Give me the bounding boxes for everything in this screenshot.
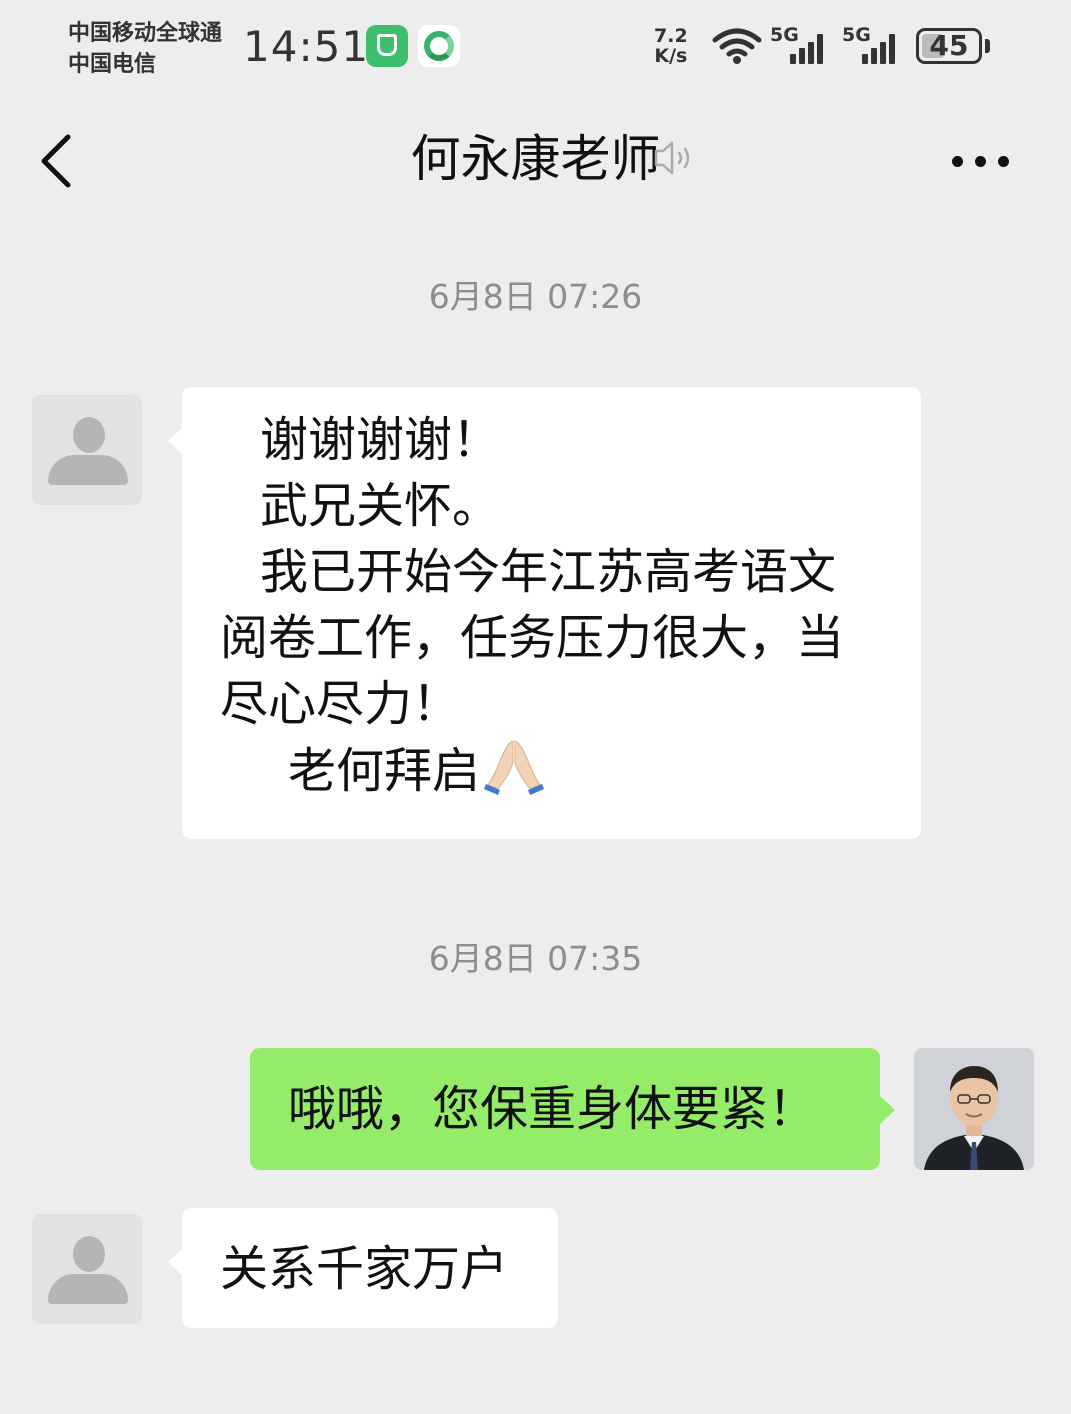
message-line: 老何拜启 — [288, 743, 481, 799]
message-timestamp: 6月8日 07:26 — [428, 277, 643, 316]
message-line: 谢谢谢谢！ — [260, 412, 501, 468]
signal-sim1-icon: 5G — [770, 24, 832, 68]
portrait-photo — [914, 1048, 1034, 1170]
mi-home-icon — [366, 25, 408, 67]
carrier-info: 中国移动全球通 中国电信 — [68, 18, 222, 80]
message-line: 武兄关怀。 — [260, 478, 501, 534]
message-line: 尽心尽力！ — [220, 676, 461, 732]
battery-icon: 45 — [916, 28, 982, 64]
folded-hands-emoji — [484, 740, 545, 795]
status-time: 14:51 — [243, 22, 370, 71]
incoming-message-bubble[interactable]: 关系千家万户 — [168, 1208, 558, 1328]
incoming-message-bubble[interactable]: 谢谢谢谢！ 武兄关怀。 我已开始今年江苏高考语文 阅卷工作，任务压力很大，当 尽… — [168, 387, 921, 839]
network-speed: 7.2 K/s — [654, 26, 688, 66]
self-avatar[interactable] — [914, 1048, 1034, 1170]
message-text: 哦哦，您保重身体要紧！ — [288, 1081, 817, 1137]
battery-level: 45 — [929, 29, 969, 62]
ellipsis-icon — [952, 155, 963, 167]
outgoing-message-bubble[interactable]: 哦哦，您保重身体要紧！ — [250, 1048, 895, 1170]
signal-sim2-icon: 5G — [842, 24, 904, 68]
more-options-button[interactable] — [952, 151, 1018, 171]
contact-avatar[interactable] — [32, 1214, 142, 1324]
muted-speaker-icon — [654, 141, 690, 175]
carrier-2: 中国电信 — [68, 52, 157, 77]
contact-avatar[interactable] — [32, 395, 142, 505]
message-text: 关系千家万户 — [220, 1241, 509, 1297]
status-bar: 中国移动全球通 中国电信 14:51 7.2 K/s 5G 5G 45 — [0, 0, 1071, 95]
battery-tip — [985, 39, 990, 53]
chat-header: 何永康老师 — [0, 95, 1071, 230]
carrier-1: 中国移动全球通 — [68, 21, 223, 46]
network-speed-value: 7.2 — [654, 25, 688, 47]
message-signature: 老何拜启 — [220, 737, 889, 804]
wifi-icon — [712, 28, 762, 64]
network-speed-unit: K/s — [654, 45, 688, 67]
message-line: 我已开始今年江苏高考语文 — [260, 544, 837, 600]
green-swirl-app-icon — [418, 25, 460, 67]
chat-screen: 中国移动全球通 中国电信 14:51 7.2 K/s 5G 5G 45 何永康老… — [0, 0, 1071, 1414]
chat-title: 何永康老师 — [410, 130, 661, 188]
message-timestamp: 6月8日 07:35 — [428, 939, 643, 978]
message-line: 阅卷工作，任务压力很大，当 — [220, 610, 845, 666]
